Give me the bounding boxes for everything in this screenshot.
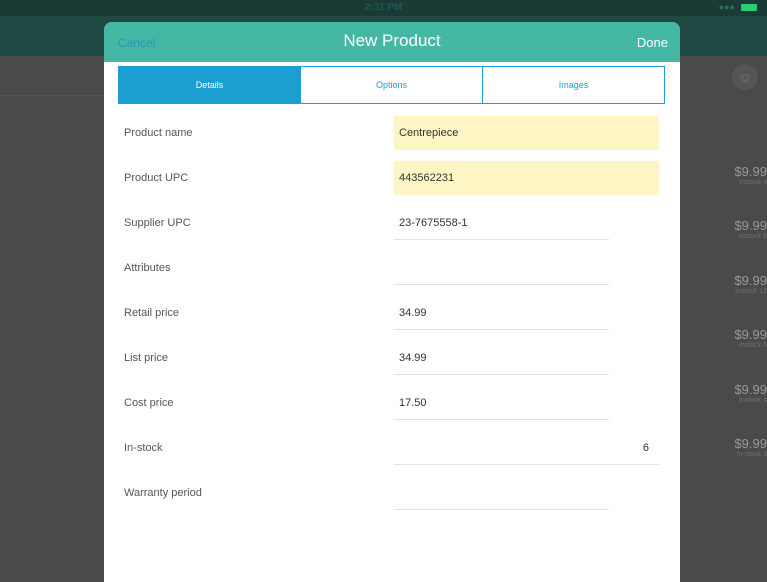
signal-icon: ●●● — [718, 2, 735, 12]
field-label: Product UPC — [124, 172, 189, 184]
form-row-in-stock: In-stock 6 — [104, 427, 680, 472]
list-price-input[interactable]: 34.99 — [394, 341, 609, 375]
field-label: Warranty period — [124, 487, 202, 499]
form-row-list-price: List price 34.99 — [104, 337, 680, 382]
stock-label: Instock 6 — [738, 233, 767, 240]
stock-label: Instock 6 — [738, 342, 767, 349]
form-row-attributes: Attributes — [104, 247, 680, 292]
price: $9.99 — [734, 436, 767, 451]
cost-price-input[interactable]: 17.50 — [394, 386, 609, 420]
background-price-item: $9.99 Instock 6 — [727, 218, 767, 240]
in-stock-input[interactable]: 6 — [394, 431, 659, 465]
product-name-input[interactable]: Centrepiece — [394, 116, 659, 150]
price: $9.99 — [734, 164, 767, 179]
form-row-product-upc: Product UPC 443562231 — [104, 157, 680, 202]
stock-label: Instock 4 — [738, 179, 767, 186]
form-row-supplier-upc: Supplier UPC 23-7675558-1 — [104, 202, 680, 247]
form-row-warranty-period: Warranty period — [104, 472, 680, 517]
tab-details[interactable]: Details — [119, 67, 301, 103]
divider — [0, 95, 104, 96]
battery-icon — [741, 4, 757, 11]
tab-images[interactable]: Images — [483, 67, 664, 103]
field-label: Supplier UPC — [124, 217, 191, 229]
price: $9.99 — [734, 327, 767, 342]
background-price-item: $9.99 Instock 4 — [727, 164, 767, 186]
modal-header: Cancel New Product Done — [104, 22, 680, 62]
background-price-item: $9.99 Instock 6 — [727, 327, 767, 349]
background-price-item: $9.99 Instock 12 — [727, 273, 767, 295]
field-label: List price — [124, 352, 169, 364]
done-button[interactable]: Done — [637, 35, 668, 50]
stock-label: In-stock 3 — [736, 451, 767, 458]
stock-label: Instock 12 — [735, 288, 767, 295]
field-label: Attributes — [124, 262, 171, 274]
tab-options[interactable]: Options — [301, 67, 483, 103]
field-label: Retail price — [124, 307, 180, 319]
price: $9.99 — [734, 273, 767, 288]
warranty-period-input[interactable] — [394, 476, 609, 510]
price: $9.99 — [734, 382, 767, 397]
new-product-modal: Cancel New Product Done Details Options … — [104, 22, 680, 582]
background-price-item: $9.99 In-stock 3 — [727, 436, 767, 458]
field-label: Cost price — [124, 397, 174, 409]
form-row-product-name: Product name Centrepiece — [104, 112, 680, 157]
supplier-upc-input[interactable]: 23-7675558-1 — [394, 206, 609, 240]
status-bar: 2:31 PM ●●● — [0, 0, 767, 16]
modal-title: New Product — [343, 31, 441, 50]
attributes-input[interactable] — [394, 251, 609, 285]
field-label: In-stock — [124, 442, 163, 454]
status-time: 2:31 PM — [364, 2, 403, 13]
price: $9.99 — [734, 218, 767, 233]
segmented-tabs: Details Options Images — [118, 66, 665, 104]
field-label: Product name — [124, 127, 193, 139]
form-row-retail-price: Retail price 34.99 — [104, 292, 680, 337]
retail-price-input[interactable]: 34.99 — [394, 296, 609, 330]
background-price-item: $9.99 Instock 4 — [727, 382, 767, 404]
form-row-cost-price: Cost price 17.50 — [104, 382, 680, 427]
product-upc-input[interactable]: 443562231 — [394, 161, 659, 195]
stock-label: Instock 4 — [738, 397, 767, 404]
user-icon: ☺ — [732, 64, 758, 90]
